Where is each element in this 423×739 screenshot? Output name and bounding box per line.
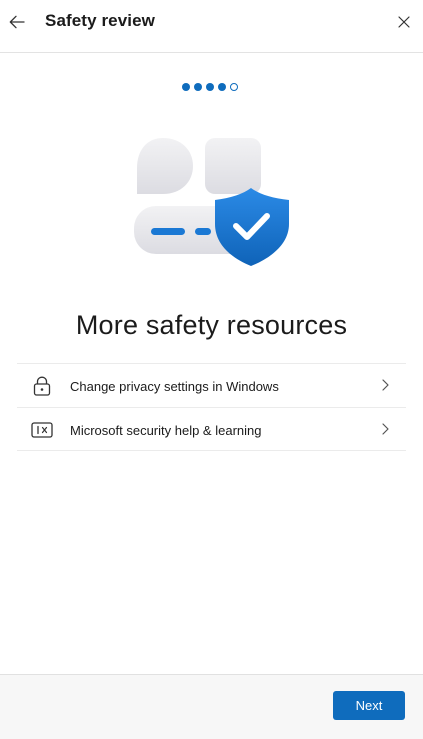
list-item-security-help[interactable]: Microsoft security help & learning — [17, 407, 406, 451]
password-dash-shape — [151, 228, 185, 235]
shield-icon — [215, 188, 289, 266]
back-button[interactable] — [6, 11, 28, 33]
security-card-icon — [31, 419, 53, 441]
step-dot-complete — [182, 82, 190, 91]
password-dash-shape — [195, 228, 211, 235]
step-indicator — [182, 82, 238, 91]
step-dot-complete — [218, 82, 226, 91]
page-heading: More safety resources — [75, 310, 348, 340]
chevron-right-icon — [382, 423, 389, 435]
next-button[interactable]: Next — [333, 691, 405, 720]
lock-icon — [31, 375, 53, 397]
footer: Next — [0, 674, 423, 739]
step-dot-complete — [206, 82, 214, 91]
resource-list: Change privacy settings in Windows Micro… — [17, 363, 406, 451]
close-button[interactable] — [394, 12, 414, 32]
step-dot-complete — [194, 82, 202, 91]
list-item-privacy-settings[interactable]: Change privacy settings in Windows — [17, 363, 406, 407]
chevron-right-icon — [382, 379, 389, 391]
chat-bubble-shape — [137, 138, 193, 194]
page-title: Safety review — [45, 11, 155, 30]
safety-review-panel: Safety review More safety resources Chan… — [0, 0, 423, 739]
list-item-label: Microsoft security help & learning — [70, 423, 262, 438]
header: Safety review — [0, 0, 423, 53]
step-dot-current — [230, 82, 238, 91]
arrow-left-icon — [9, 15, 25, 29]
tile-shape — [205, 138, 261, 194]
safety-illustration — [134, 138, 289, 266]
close-icon — [398, 16, 410, 28]
list-item-label: Change privacy settings in Windows — [70, 379, 279, 394]
